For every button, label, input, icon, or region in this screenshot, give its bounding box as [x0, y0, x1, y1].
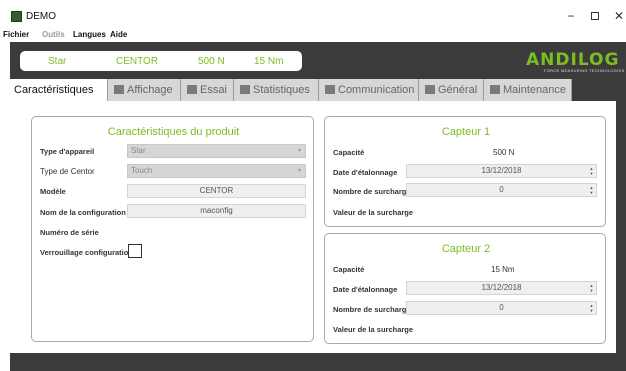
communication-icon: [325, 85, 335, 94]
chevron-down-icon: ▾: [297, 168, 301, 174]
config-name-value: maconfig: [200, 206, 233, 215]
tab-affichage[interactable]: Affichage: [108, 79, 181, 101]
logo-tagline: FORCE MEASURING TECHNOLOGIES: [544, 68, 625, 73]
header-model: Star: [48, 56, 67, 67]
sensor-1-overloads-value: 0: [499, 185, 504, 194]
sensor-1-calibration-label: Date d'étalonnage: [333, 168, 398, 177]
general-icon: [425, 85, 435, 94]
sensor-2-capacity-label: Capacité: [333, 265, 365, 274]
logo-name: ANDILOG: [526, 50, 620, 70]
menu-aide[interactable]: Aide: [110, 30, 127, 39]
sensor-1-overloads-label: Nombre de surcharges: [333, 187, 415, 196]
sensor-2-calibration-date[interactable]: 13/12/2018 ▲ ▼: [406, 281, 597, 295]
tab-label: Essai: [200, 84, 227, 96]
device-summary-bar: Star CENTOR 500 N 15 Nm: [20, 51, 302, 71]
lock-config-checkbox[interactable]: [128, 244, 142, 258]
device-type-label: Type d'appareil: [40, 147, 95, 156]
menu-bar: Fichier Outils Langues Aide: [0, 28, 626, 42]
sensor-1-capacity-label: Capacité: [333, 148, 365, 157]
lock-config-label: Verrouillage configuration: [40, 248, 133, 257]
centor-type-label: Type de Centor: [40, 167, 95, 176]
spinner-icon[interactable]: ▲ ▼: [588, 283, 595, 293]
tab-label: Général: [438, 84, 478, 96]
config-name-label: Nom de la configuration: [40, 208, 126, 217]
title-bar: DEMO − ✕: [0, 0, 626, 28]
sensor-2-capacity-value: 15 Nm: [491, 265, 515, 274]
sensor-1-calibration-value: 13/12/2018: [481, 166, 522, 175]
sensor-2-overloads-label: Nombre de surcharges: [333, 305, 415, 314]
close-button[interactable]: ✕: [604, 8, 626, 24]
tab-label: Communication: [338, 84, 415, 96]
sensor-1-overload-value-label: Valeur de la surcharge: [333, 208, 414, 217]
menu-outils[interactable]: Outils: [42, 30, 65, 39]
maximize-icon: [591, 12, 599, 20]
spinner-icon[interactable]: ▲ ▼: [588, 185, 595, 195]
tab-communication[interactable]: Communication: [319, 79, 419, 101]
tab-bar-filler: [572, 79, 626, 101]
chevron-down-icon: ▾: [297, 148, 301, 154]
window-title: DEMO: [26, 11, 56, 22]
display-icon: [114, 85, 124, 94]
sensor-1-overloads-stepper[interactable]: 0 ▲ ▼: [406, 183, 597, 197]
spinner-icon[interactable]: ▲ ▼: [588, 166, 595, 176]
centor-type-value: Touch: [131, 166, 153, 175]
header-series: CENTOR: [116, 56, 159, 67]
device-type-select[interactable]: Star ▾: [127, 144, 306, 158]
tab-label: Caractéristiques: [14, 84, 94, 96]
tab-label: Maintenance: [503, 84, 566, 96]
maintenance-icon: [490, 85, 500, 94]
sensor-1-capacity-value: 500 N: [493, 148, 515, 157]
tab-caracteristiques[interactable]: Caractéristiques: [10, 79, 108, 102]
spinner-icon[interactable]: ▲ ▼: [588, 303, 595, 313]
sensor-2-calibration-value: 13/12/2018: [481, 283, 522, 292]
menu-fichier[interactable]: Fichier: [3, 30, 29, 39]
header-capacity-1: 500 N: [198, 56, 225, 67]
sensor-2-overloads-stepper[interactable]: 0 ▲ ▼: [406, 301, 597, 315]
test-icon: [187, 85, 197, 94]
menu-langues[interactable]: Langues: [73, 30, 106, 39]
tab-general[interactable]: Général: [419, 79, 484, 101]
header-capacity-2: 15 Nm: [254, 56, 284, 67]
device-type-value: Star: [131, 146, 146, 155]
andilog-logo: ANDILOG FORCE MEASURING TECHNOLOGIES: [526, 50, 624, 76]
sensor-1-title: Capteur 1: [441, 126, 491, 138]
model-field[interactable]: CENTOR: [127, 184, 306, 198]
tab-statistiques[interactable]: Statistiques: [234, 79, 319, 101]
app-icon: [11, 11, 22, 22]
product-group-title: Caractéristiques du produit: [107, 126, 240, 138]
config-name-field[interactable]: maconfig: [127, 204, 306, 218]
statistics-icon: [240, 85, 250, 94]
model-value: CENTOR: [199, 186, 234, 195]
sensor-2-overload-value-label: Valeur de la surcharge: [333, 325, 414, 334]
sensor-2-title: Capteur 2: [441, 243, 491, 255]
sensor-2-overloads-value: 0: [499, 303, 504, 312]
tab-maintenance[interactable]: Maintenance: [484, 79, 572, 101]
model-label: Modèle: [40, 187, 66, 196]
tab-label: Affichage: [127, 84, 173, 96]
tab-essai[interactable]: Essai: [181, 79, 234, 101]
sensor-2-calibration-label: Date d'étalonnage: [333, 285, 398, 294]
tab-label: Statistiques: [253, 84, 310, 96]
sensor-1-calibration-date[interactable]: 13/12/2018 ▲ ▼: [406, 164, 597, 178]
serial-number-label: Numéro de série: [40, 228, 99, 237]
centor-type-select[interactable]: Touch ▾: [127, 164, 306, 178]
